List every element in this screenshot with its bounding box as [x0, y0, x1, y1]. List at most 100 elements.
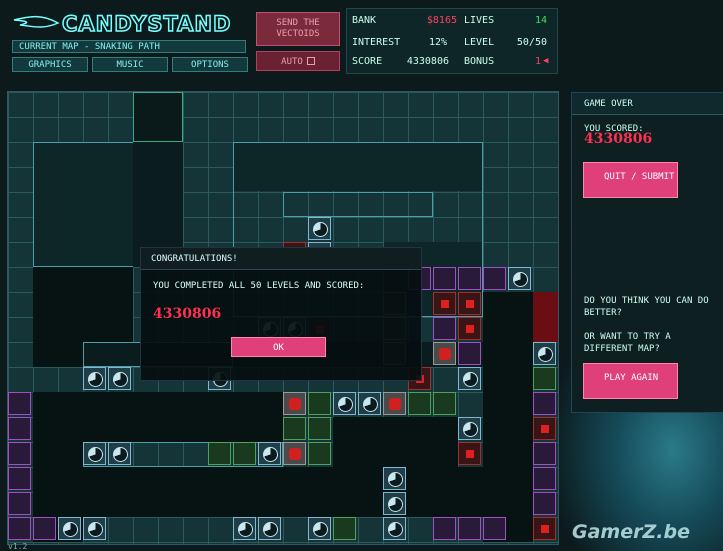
dialog-message: YOU COMPLETED ALL 50 LEVELS AND SCORED: — [153, 281, 365, 291]
tower[interactable] — [8, 517, 31, 540]
tower[interactable] — [383, 392, 406, 415]
interest-label: INTEREST — [352, 37, 401, 48]
bank-value: $8165 — [426, 15, 457, 26]
tower[interactable] — [83, 367, 106, 390]
tower[interactable] — [308, 217, 331, 240]
tower[interactable] — [533, 417, 556, 440]
tower[interactable] — [383, 517, 406, 540]
tower[interactable] — [433, 317, 456, 340]
tower[interactable] — [8, 392, 31, 415]
tower[interactable] — [533, 442, 556, 465]
level-label: LEVEL — [464, 37, 495, 48]
play-again-button[interactable]: PLAY AGAIN — [583, 363, 678, 399]
logo-text: CANDYSTAND — [61, 11, 232, 37]
bank-label: BANK — [352, 15, 377, 26]
music-button[interactable]: MUSIC — [92, 57, 168, 72]
tower[interactable] — [108, 442, 131, 465]
tower[interactable] — [83, 517, 106, 540]
tower[interactable] — [433, 267, 456, 290]
tower[interactable] — [8, 442, 31, 465]
quit-submit-button[interactable]: QUIT / SUBMIT — [583, 162, 678, 198]
tower[interactable] — [208, 442, 231, 465]
tower[interactable] — [533, 342, 556, 365]
tower[interactable] — [58, 517, 81, 540]
tower[interactable] — [508, 267, 531, 290]
tower[interactable] — [308, 517, 331, 540]
lives-value: 14 — [534, 15, 547, 26]
watermark: GamerZ.be — [572, 521, 690, 543]
interest-value: 12% — [428, 37, 447, 48]
tower[interactable] — [233, 517, 256, 540]
tower[interactable] — [433, 517, 456, 540]
tower[interactable] — [258, 517, 281, 540]
tower[interactable] — [433, 292, 456, 315]
bonus-label: BONUS — [464, 56, 495, 67]
tower[interactable] — [308, 417, 331, 440]
current-map-label: CURRENT MAP - SNAKING PATH — [12, 40, 246, 53]
send-vectoids-label: SEND THE VECTOIDS — [276, 18, 320, 39]
tower[interactable] — [308, 392, 331, 415]
options-button[interactable]: OPTIONS — [172, 57, 248, 72]
panel-score: 4330806 — [584, 131, 653, 147]
tower[interactable] — [8, 492, 31, 515]
path-segment — [408, 467, 533, 517]
tower[interactable] — [433, 392, 456, 415]
tower[interactable] — [458, 292, 481, 315]
score-label: SCORE — [352, 56, 383, 67]
tower[interactable] — [483, 517, 506, 540]
tower[interactable] — [533, 517, 556, 540]
version-label: v1.2 — [8, 542, 28, 551]
tower[interactable] — [458, 267, 481, 290]
tower[interactable] — [108, 367, 131, 390]
auto-button[interactable]: AUTO — [256, 51, 340, 71]
panel-title: GAME OVER — [572, 93, 723, 115]
score-value: 4330806 — [406, 56, 449, 67]
tower[interactable] — [333, 392, 356, 415]
tower[interactable] — [358, 392, 381, 415]
try-different-map-text: OR WANT TO TRY A DIFFERENT MAP? — [584, 332, 671, 354]
tower[interactable] — [458, 367, 481, 390]
auto-label: AUTO — [281, 57, 303, 67]
tower[interactable] — [458, 342, 481, 365]
tower[interactable] — [283, 392, 306, 415]
tower[interactable] — [283, 442, 306, 465]
level-value: 50/50 — [516, 37, 547, 48]
tower[interactable] — [8, 417, 31, 440]
tower[interactable] — [533, 467, 556, 490]
auto-checkbox[interactable] — [306, 57, 315, 65]
tower[interactable] — [533, 392, 556, 415]
tower[interactable] — [308, 442, 331, 465]
tower[interactable] — [383, 467, 406, 490]
graphics-button[interactable]: GRAPHICS — [12, 57, 88, 72]
tower[interactable] — [433, 342, 456, 365]
tower[interactable] — [483, 267, 506, 290]
tower[interactable] — [258, 442, 281, 465]
tower[interactable] — [458, 417, 481, 440]
path-segment — [283, 192, 433, 217]
tower[interactable] — [83, 442, 106, 465]
bonus-value: 1 — [534, 56, 541, 67]
tower[interactable] — [383, 492, 406, 515]
tower[interactable] — [458, 317, 481, 340]
send-vectoids-button[interactable]: SEND THE VECTOIDS — [256, 12, 340, 46]
path-segment — [33, 467, 383, 517]
tower[interactable] — [533, 367, 556, 390]
tower[interactable] — [33, 517, 56, 540]
ok-button[interactable]: OK — [231, 337, 326, 357]
tower[interactable] — [458, 442, 481, 465]
tower[interactable] — [283, 417, 306, 440]
can-do-better-text: DO YOU THINK YOU CAN DO BETTER? — [584, 296, 709, 318]
path-entry — [133, 92, 183, 142]
bonus-arrow-icon: ◀ — [543, 56, 549, 66]
tower[interactable] — [458, 517, 481, 540]
tower[interactable] — [333, 517, 356, 540]
tower[interactable] — [233, 442, 256, 465]
path-segment — [234, 143, 482, 191]
lives-label: LIVES — [464, 15, 495, 26]
tower[interactable] — [408, 392, 431, 415]
congratulations-dialog: CONGRATULATIONS! YOU COMPLETED ALL 50 LE… — [140, 247, 422, 381]
dialog-score: 4330806 — [153, 306, 222, 322]
stats-panel: BANK $8165 LIVES 14 INTEREST 12% LEVEL 5… — [346, 8, 558, 74]
tower[interactable] — [533, 492, 556, 515]
tower[interactable] — [8, 467, 31, 490]
